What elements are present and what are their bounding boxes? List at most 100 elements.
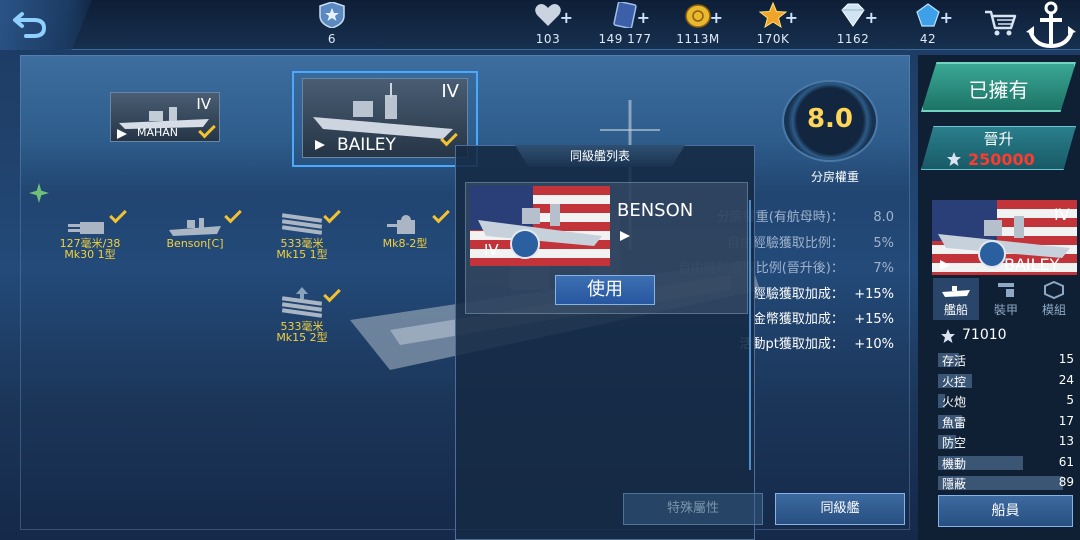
resource-crystals[interactable]: + 42 [888, 2, 968, 46]
tier-label: IV [484, 241, 499, 259]
crystals-value: 42 [919, 32, 937, 46]
crew-button[interactable]: 船員 [938, 495, 1073, 527]
ship-stat: 防空 13 [938, 433, 1078, 450]
gun-turret-icon [62, 205, 127, 238]
resource-hearts[interactable]: + 103 [508, 2, 588, 46]
tier-label: IV [196, 95, 211, 113]
stat-value: 7% [873, 261, 894, 276]
promote-label: 晉升 [983, 130, 1014, 148]
use-button[interactable]: 使用 [555, 275, 655, 305]
ship-stat: 存活 15 [938, 351, 1078, 368]
ship-icon [942, 286, 970, 297]
ship-score: 71010 [962, 327, 1007, 343]
rank-value: 6 [327, 32, 337, 46]
blue-crystal-icon: + [913, 2, 953, 28]
stat-label: 存活 [942, 354, 967, 368]
compass-icon [28, 182, 50, 204]
back-arrow-icon [13, 12, 47, 38]
rank-badge[interactable]: 6 [292, 1, 372, 46]
stat-label: 活動pt獲取加成： [739, 337, 844, 352]
hearts-value: 103 [535, 32, 561, 46]
stat-value: +15% [854, 312, 894, 327]
stat-value: 8.0 [873, 210, 894, 225]
resource-cards[interactable]: + 149 177 [585, 1, 665, 46]
resource-gold[interactable]: + 1113M [658, 2, 738, 46]
stat-label: 火控 [942, 375, 967, 389]
stat-label: 魚雷 [942, 416, 967, 430]
gold-coin-icon: + [683, 2, 723, 28]
ship-card-mahan[interactable]: IV MAHAN [110, 92, 220, 142]
ship-name: BAILEY [1004, 255, 1060, 274]
ship-stat: 火炮 5 [938, 392, 1078, 409]
stat-label: 經驗獲取加成： [752, 287, 844, 302]
star-icon [946, 151, 962, 167]
stat-label: 機動 [942, 457, 967, 471]
stat-value: 24 [1058, 373, 1074, 387]
equip-ship[interactable]: Benson[C] [150, 205, 242, 249]
special-attributes-button[interactable]: 特殊屬性 [623, 493, 763, 525]
diamonds-value: 1162 [836, 32, 870, 46]
stat-value: +10% [854, 337, 894, 352]
stat-label: 金幣獲取加成： [752, 312, 844, 327]
plus-icon: + [864, 8, 878, 27]
tab-ship[interactable]: 艦船 [933, 278, 979, 320]
play-icon [315, 140, 325, 150]
stat-value: 17 [1058, 414, 1074, 428]
fire-control-icon [377, 205, 450, 238]
equip-main-gun[interactable]: 127毫米/38 Mk30 1型 [45, 205, 135, 261]
tier-label: IV [1054, 205, 1070, 224]
equip-name: Mk8-2型 [382, 237, 428, 250]
ship-card-bailey[interactable]: IV BAILEY [302, 78, 468, 158]
tab-label: 裝甲 [993, 303, 1018, 317]
ship-stat: 隱蔽 89 [938, 474, 1078, 491]
tab-armor[interactable]: 裝甲 [983, 278, 1029, 320]
equip-fire-control[interactable]: Mk8-2型 [360, 205, 450, 250]
torpedo-launcher-icon [274, 205, 341, 238]
ship-name: MAHAN [137, 126, 179, 139]
stat-value: 5% [873, 236, 894, 251]
stat-row: 金幣獲取加成： +15% [753, 308, 894, 327]
owned-label: 已擁有 [968, 78, 1029, 102]
rating-label: 分房權重 [810, 170, 859, 184]
same-class-button[interactable]: 同級艦 [775, 493, 905, 525]
plus-icon: + [784, 8, 798, 27]
resource-stars[interactable]: + 170K [733, 1, 813, 46]
gold-value: 1113M [676, 32, 720, 46]
heart-icon: + [533, 2, 573, 28]
stat-value: 13 [1058, 434, 1074, 448]
resource-diamonds[interactable]: + 1162 [813, 2, 893, 46]
tab-modules[interactable]: 模組 [1031, 278, 1077, 320]
play-icon [117, 129, 127, 139]
stat-value: 5 [1066, 393, 1074, 407]
equip-torpedo-2[interactable]: 533毫米 Mk15 2型 [257, 284, 347, 343]
plus-icon: + [709, 8, 723, 27]
armor-icon [998, 283, 1014, 297]
equip-name: 533毫米 Mk15 1型 [276, 237, 328, 261]
stat-value: 15 [1058, 352, 1074, 366]
stat-row: 經驗獲取加成： +15% [753, 283, 894, 302]
ship-name: BAILEY [337, 135, 396, 155]
ship-stat: 機動 61 [938, 454, 1078, 471]
plus-icon: + [559, 8, 573, 27]
play-icon [940, 260, 950, 270]
modal-title: 同級艦列表 [569, 149, 630, 163]
port-button[interactable] [1024, 0, 1078, 52]
stat-value: +15% [854, 287, 894, 302]
diamond-icon: + [838, 2, 878, 28]
modal-scrollbar[interactable] [749, 200, 751, 470]
torpedo-launcher-icon [274, 284, 341, 321]
shopping-cart-icon [985, 10, 1017, 36]
anchor-icon [1026, 1, 1076, 49]
rank-badge-icon [317, 1, 347, 29]
shop-button[interactable] [983, 8, 1019, 38]
plus-icon: + [939, 8, 953, 27]
equip-torpedo-1[interactable]: 533毫米 Mk15 1型 [257, 205, 347, 261]
cards-value: 149 177 [598, 32, 652, 46]
ship-stat: 魚雷 17 [938, 413, 1078, 430]
play-icon [620, 231, 630, 241]
equip-name: 127毫米/38 Mk30 1型 [59, 237, 121, 261]
rating-value: 8.0 [806, 104, 854, 134]
module-icon [1044, 281, 1064, 299]
stars-value: 170K [756, 32, 790, 46]
stat-value: 61 [1058, 455, 1074, 469]
